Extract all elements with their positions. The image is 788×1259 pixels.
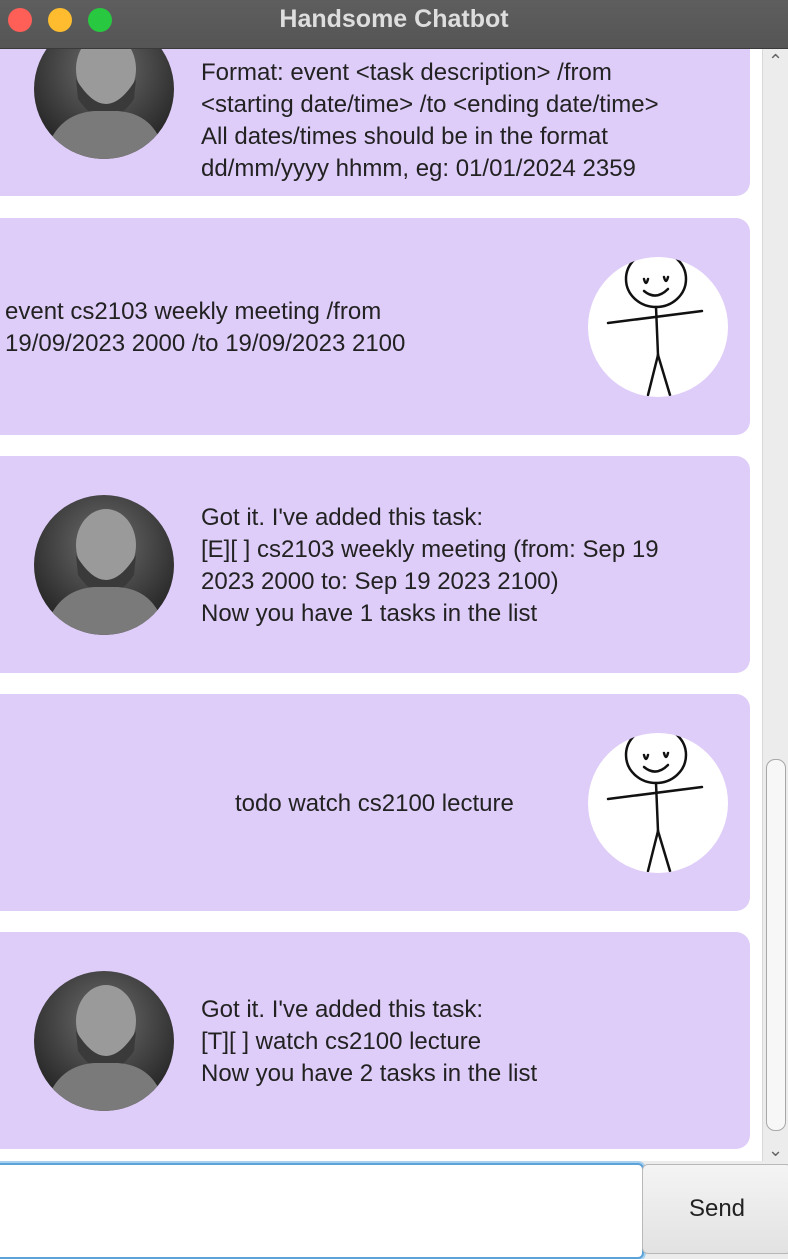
user-message-text: event cs2103 weekly meeting /from 19/09/… [5, 298, 406, 357]
bot-message-text: Got it. I've added this task: [T][ ] wat… [201, 996, 538, 1087]
bot-avatar [34, 49, 174, 159]
user-avatar [588, 257, 728, 397]
vertical-scrollbar[interactable]: ⌃ ⌄ [762, 49, 788, 1161]
bot-avatar [34, 971, 174, 1111]
bot-avatar-photo-icon [44, 509, 166, 635]
chevron-down-icon[interactable]: ⌄ [768, 1140, 783, 1161]
window-title: Handsome Chatbot [279, 5, 509, 33]
message-input[interactable] [0, 1163, 644, 1259]
bot-message-text: Format: event <task description> /from <… [201, 59, 659, 182]
bot-avatar [34, 495, 174, 635]
scrollbar-thumb[interactable] [766, 759, 786, 1131]
chevron-up-icon[interactable]: ⌃ [768, 51, 783, 72]
user-message-text: todo watch cs2100 lecture [235, 790, 514, 817]
bot-avatar-photo-icon [44, 985, 166, 1111]
bot-avatar-photo-icon [44, 49, 166, 159]
user-message-bubble: todo watch cs2100 lecture [0, 694, 750, 911]
bot-message-text: Got it. I've added this task: [E][ ] cs2… [201, 504, 659, 627]
send-button[interactable]: Send [642, 1164, 788, 1254]
user-message-bubble: event cs2103 weekly meeting /from 19/09/… [0, 218, 750, 435]
bot-message-bubble: Format: event <task description> /from <… [0, 49, 750, 196]
chat-scroll-pane[interactable]: Format: event <task description> /from <… [0, 49, 762, 1161]
bot-message-bubble: Got it. I've added this task: [T][ ] wat… [0, 932, 750, 1149]
stick-figure-avatar-icon [606, 733, 704, 873]
bot-message-bubble: Got it. I've added this task: [E][ ] cs2… [0, 456, 750, 673]
stick-figure-avatar-icon [606, 257, 704, 397]
user-avatar [588, 733, 728, 873]
title-bar: Handsome Chatbot [0, 0, 788, 49]
